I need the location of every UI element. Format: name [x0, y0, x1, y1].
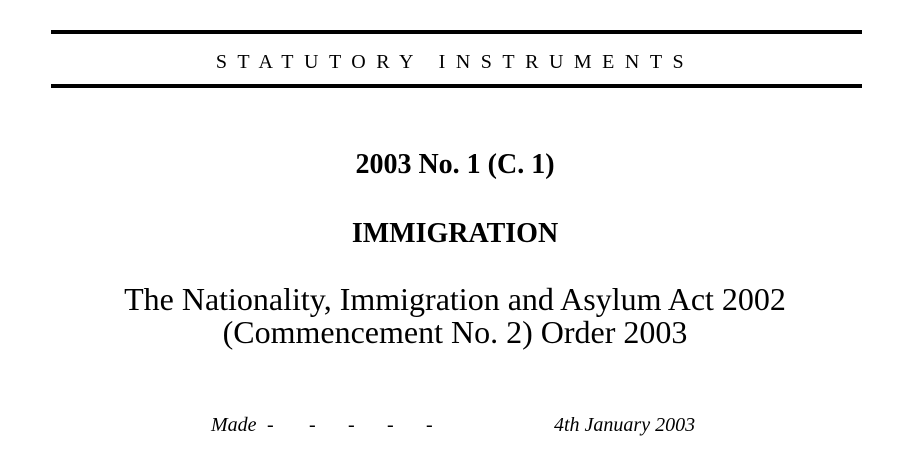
order-title: The Nationality, Immigration and Asylum … — [0, 283, 900, 349]
series-title: STATUTORY INSTRUMENTS — [215, 51, 695, 73]
made-date: 4th January 2003 — [554, 414, 696, 436]
made-date-row: Made - - - - - 4th January 2003 — [0, 412, 900, 438]
top-rule — [51, 30, 862, 34]
order-title-line-1: The Nationality, Immigration and Asylum … — [124, 281, 786, 317]
leader-dash: - — [309, 414, 316, 436]
leader-dash: - — [387, 414, 394, 436]
leader-dash: - — [348, 414, 355, 436]
order-title-line-2: (Commencement No. 2) Order 2003 — [222, 314, 688, 350]
made-label: Made — [211, 414, 257, 436]
subject-heading: IMMIGRATION — [351, 218, 559, 249]
instrument-number: 2003 No. 1 (C. 1) — [355, 149, 555, 180]
leader-dash: - — [267, 414, 274, 436]
bottom-rule — [51, 84, 862, 88]
leader-dash: - — [426, 414, 433, 436]
